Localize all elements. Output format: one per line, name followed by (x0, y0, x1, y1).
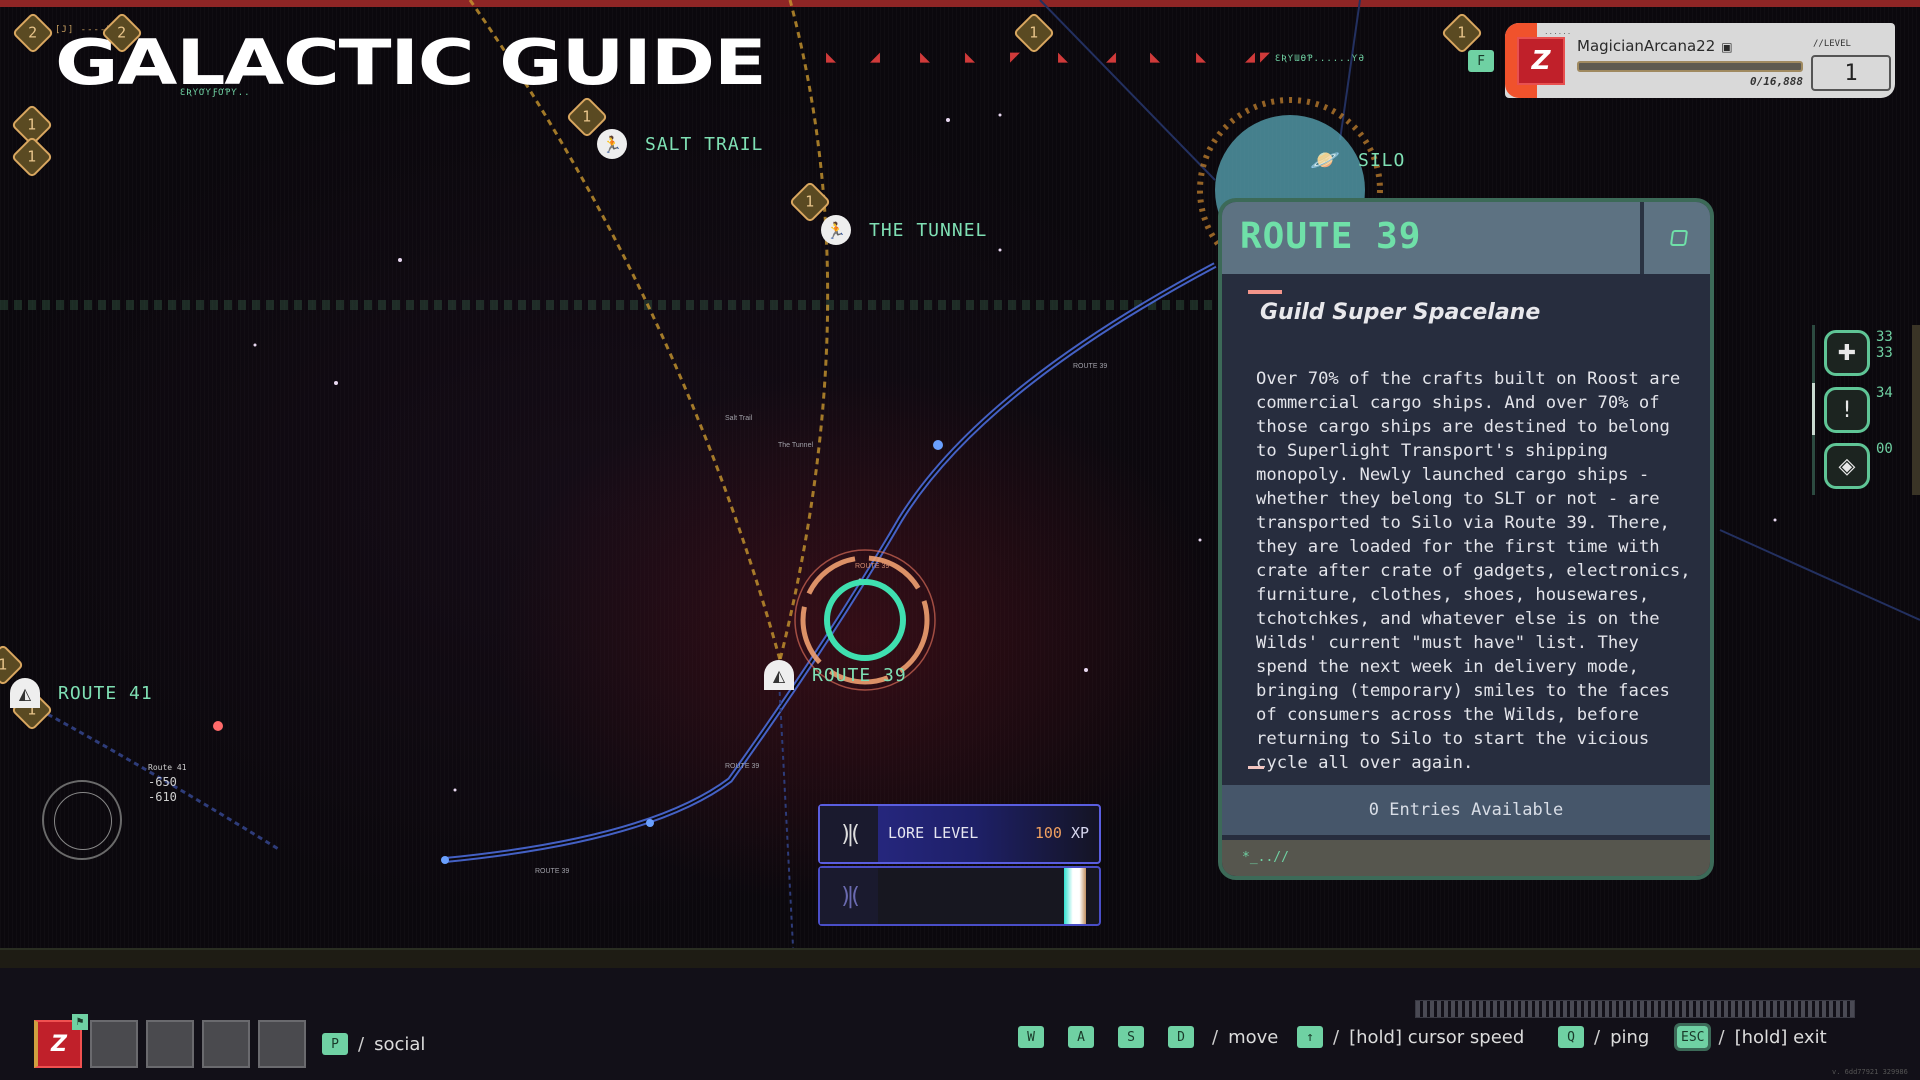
red-star (213, 721, 223, 731)
sound-wave-icon: )|( (820, 868, 878, 924)
lore-progress-row: )|( (818, 866, 1101, 926)
accent-divider (1248, 290, 1282, 294)
square-icon (1669, 230, 1689, 246)
coord-x: -650 (148, 775, 177, 789)
waypoint-icon[interactable]: ◈ (1824, 443, 1870, 489)
alert-diamond-icon[interactable]: ! (1824, 387, 1870, 433)
player-card[interactable]: ...... Z MagicianArcana22 ▣ 0/16,888 //LE… (1505, 23, 1895, 98)
side-scroll-thumb[interactable] (1812, 383, 1815, 435)
compass-radar (42, 780, 122, 860)
map-small-label: ROUTE 39 (725, 763, 760, 770)
version-text: v. 6dd77921 329986 (1832, 1068, 1908, 1076)
title-subglyphs: ƐƦƳƠƳƑƠƤƳ.. (180, 88, 251, 98)
coordinate-readout: Route 41 -650 -610 (148, 763, 187, 804)
lore-level-widget: )|( LORE LEVEL 100 XP )|( (818, 804, 1101, 926)
top-right-glyphs: ƐƦƳƜƟƤ......ƳƏ (1275, 54, 1365, 64)
xp-progress-bar (1577, 61, 1803, 72)
xp-text: 0/16,888 (1750, 75, 1803, 88)
lore-progress-glow (1064, 868, 1086, 924)
party-slot-active[interactable]: Z ⚑ (34, 1014, 88, 1068)
runner-icon: 🏃 (597, 129, 627, 159)
key-q: Q (1558, 1026, 1584, 1048)
level-value: 1 (1811, 55, 1891, 91)
key-s: S (1118, 1026, 1144, 1048)
player-name: MagicianArcana22 ▣ (1577, 37, 1733, 55)
the-tunnel-path (778, 0, 830, 661)
route-icon: ◭ (10, 678, 40, 708)
key-shift: ↑ (1297, 1026, 1323, 1048)
panel-footer: *_..// (1222, 840, 1710, 876)
key-esc: ESC (1673, 1023, 1712, 1051)
panel-title: ROUTE 39 (1240, 216, 1422, 257)
panel-subtitle: Guild Super Spacelane (1260, 300, 1541, 325)
guild-emblem: Z (1517, 37, 1565, 85)
key-w: W (1018, 1026, 1044, 1048)
map-small-label: ROUTE 39 (535, 868, 570, 875)
key-a: A (1068, 1026, 1094, 1048)
exit-hint[interactable]: ESC / [hold] exit (1673, 1023, 1827, 1051)
location-salt-trail[interactable]: 🏃 SALT TRAIL (597, 129, 763, 159)
coord-y: -610 (148, 790, 177, 804)
panel-header: ROUTE 39 (1222, 202, 1710, 274)
accent-dash (1248, 766, 1264, 769)
route-39-path-core (444, 264, 1216, 861)
map-small-label: Salt Trail (725, 415, 753, 422)
location-silo[interactable]: 🪐 SILO (1310, 145, 1405, 175)
location-the-tunnel[interactable]: 🏃 THE TUNNEL (821, 215, 987, 245)
salt-trail-path (468, 0, 782, 661)
lore-xp: 100 XP (1034, 824, 1089, 842)
computer-icon: ▣ (1721, 40, 1733, 54)
map-small-label: ROUTE 39 (1073, 363, 1108, 370)
f-key-hint[interactable]: F (1468, 50, 1494, 72)
key-d: D (1168, 1026, 1194, 1048)
flag-icon: ⚑ (72, 1014, 88, 1030)
level-label: //LEVEL (1813, 39, 1851, 49)
ping-hint: Q / ping (1558, 1026, 1649, 1048)
route-node (646, 819, 654, 827)
location-route-39[interactable]: ◭ ROUTE 39 (764, 660, 907, 690)
location-route-41[interactable]: ◭ ROUTE 41 (10, 678, 153, 708)
planet-icon: 🪐 (1310, 146, 1340, 174)
party-slot-empty[interactable] (202, 1020, 250, 1068)
faint-route (1039, 0, 1216, 181)
segment-progress-bar (1415, 1000, 1855, 1018)
lore-level-row: )|( LORE LEVEL 100 XP (818, 804, 1101, 864)
page-title: GALACTIC GUIDE (55, 26, 767, 99)
faint-route (1719, 529, 1920, 621)
panel-description: Over 70% of the crafts built on Roost ar… (1256, 369, 1691, 773)
party-slot-empty[interactable] (146, 1020, 194, 1068)
map-small-label: The Tunnel (778, 442, 814, 449)
sound-wave-icon: )|( (820, 806, 878, 862)
party-slot-empty[interactable] (258, 1020, 306, 1068)
social-hint[interactable]: P / social (322, 1033, 425, 1055)
side-tracker: ✚ 33 33 ! 34 ◈ 00 (1812, 325, 1920, 495)
party-slots: Z ⚑ (34, 1014, 306, 1068)
party-slot-empty[interactable] (90, 1020, 138, 1068)
runner-icon: 🏃 (821, 215, 851, 245)
route-39-path (444, 262, 1217, 863)
map-small-label: ROUTE 39 (855, 563, 890, 570)
route-icon: ◭ (764, 660, 794, 690)
cursor-speed-hint: ↑ / [hold] cursor speed (1297, 1026, 1524, 1048)
route-node (933, 440, 943, 450)
route-node (441, 856, 449, 864)
lore-info-panel: ROUTE 39 Guild Super Spacelane Over 70% … (1218, 198, 1714, 880)
move-hint: W A S D / move (1018, 1026, 1278, 1048)
panel-expand-button[interactable] (1644, 202, 1710, 274)
entries-available[interactable]: 0 Entries Available (1222, 785, 1710, 835)
map-pin-plus-icon[interactable]: ✚ (1824, 330, 1870, 376)
